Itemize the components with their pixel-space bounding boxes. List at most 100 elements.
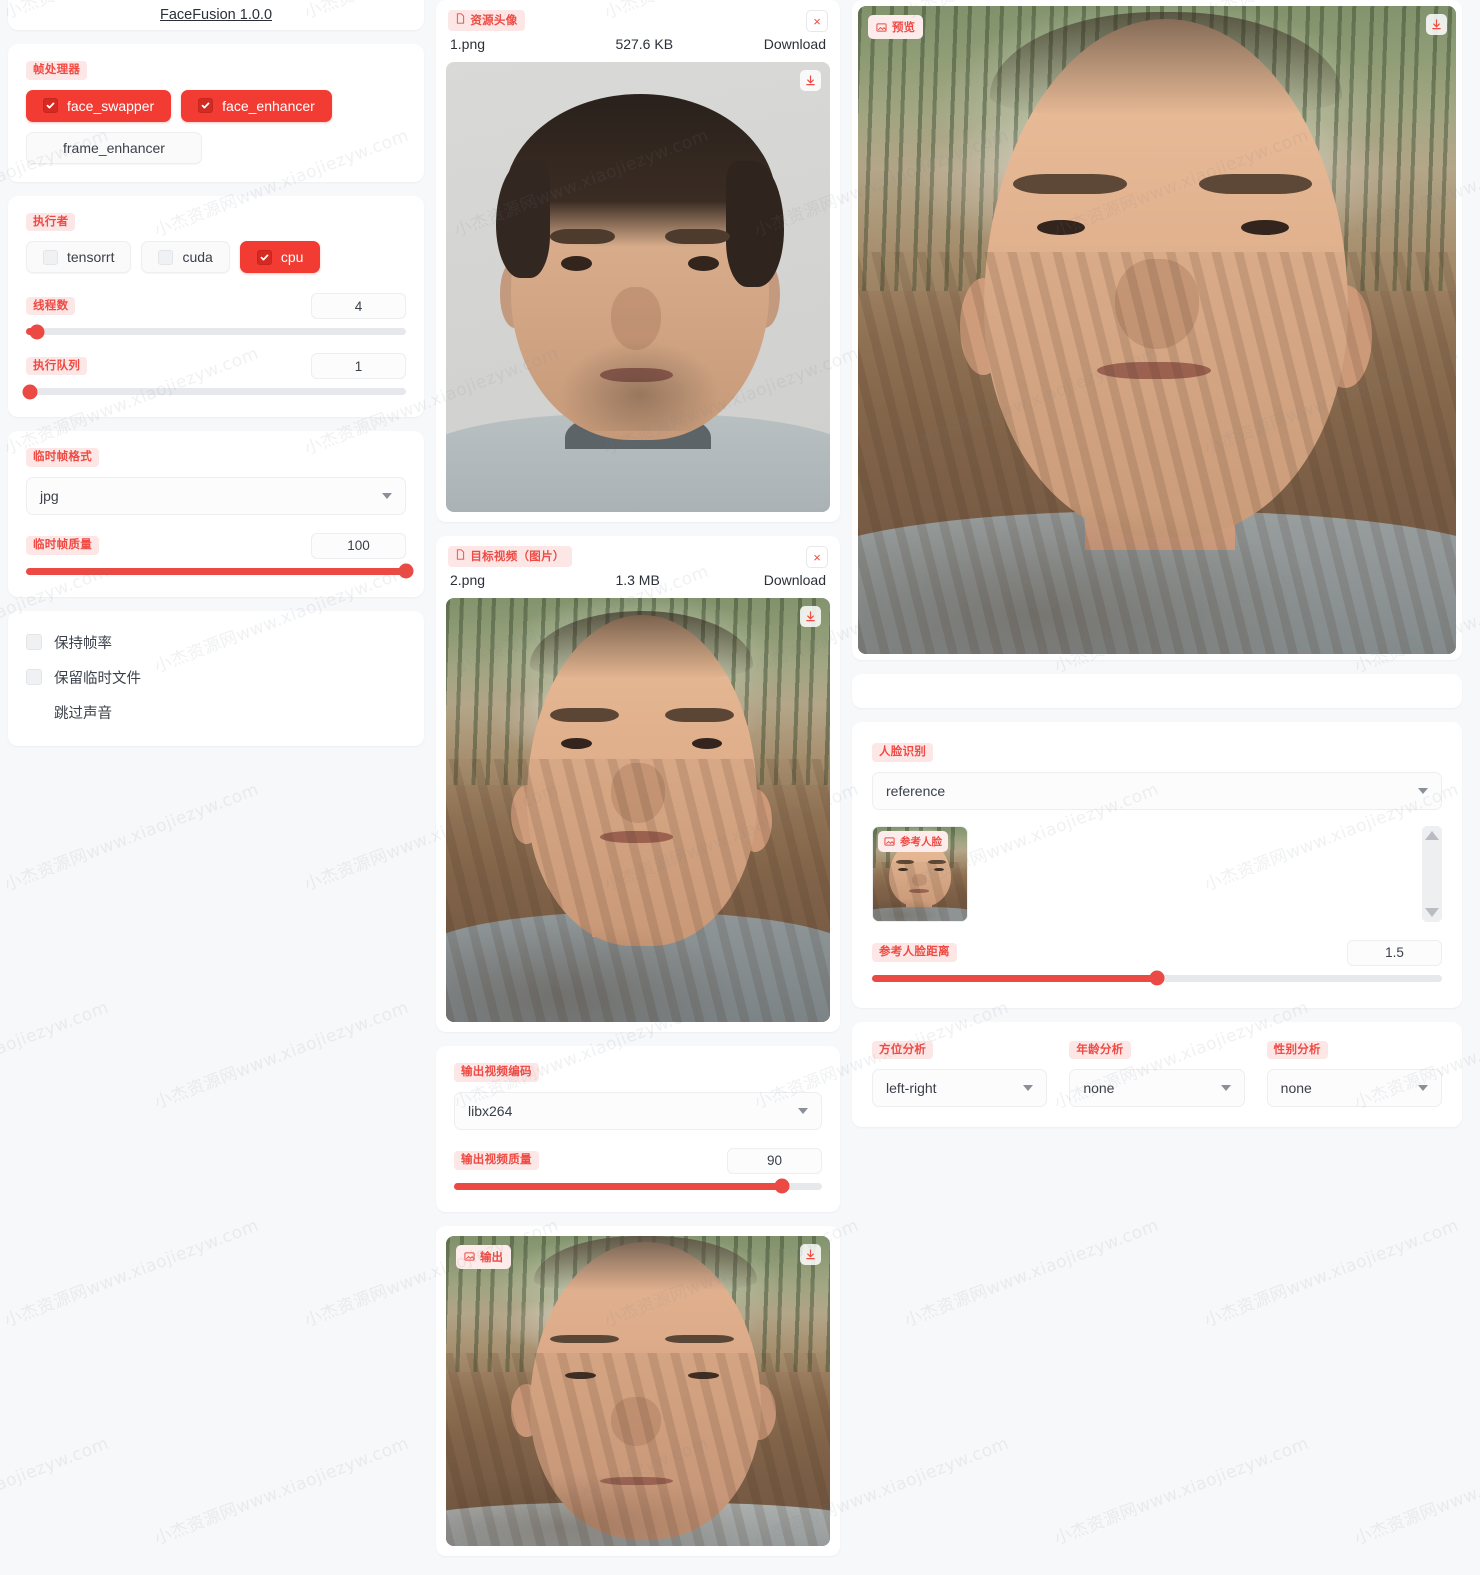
eye-right: [687, 1371, 719, 1380]
target-download-link[interactable]: Download: [764, 572, 826, 588]
output-download-button[interactable]: [800, 1243, 821, 1265]
reference-face-distance-slider[interactable]: 参考人脸距离 1.5: [872, 939, 1442, 986]
checkbox-skip-audio[interactable]: 跳过声音: [26, 695, 406, 730]
scroll-up-icon[interactable]: [1425, 830, 1439, 840]
source-image[interactable]: [446, 62, 830, 512]
eyebrow-right: [927, 860, 947, 865]
output-encoder-dropdown[interactable]: libx264: [454, 1091, 822, 1130]
eye-left: [561, 737, 592, 749]
slider-knob[interactable]: [29, 324, 45, 339]
temp-frame-quality-slider[interactable]: 临时帧质量 100: [26, 532, 414, 579]
target-image[interactable]: [446, 598, 830, 1022]
shoulders: [858, 511, 1456, 654]
queue-count-label: 执行队列: [26, 356, 88, 376]
output-image[interactable]: 输出: [446, 1235, 830, 1546]
source-file-name: 1.png: [450, 36, 486, 52]
ear-right: [737, 788, 773, 853]
source-label: 资源头像: [448, 10, 525, 31]
target-file-name: 2.png: [450, 572, 486, 588]
preview-download-button[interactable]: [1426, 14, 1447, 35]
eye-left: [898, 867, 908, 872]
eye-right: [1240, 219, 1289, 236]
reference-distance-value[interactable]: 1.5: [1347, 939, 1442, 966]
reference-face-label: 参考人脸: [878, 830, 948, 852]
checkbox-tensorrt[interactable]: tensorrt: [26, 241, 132, 273]
output-quality-slider[interactable]: 输出视频质量 90: [454, 1147, 822, 1194]
slider-knob[interactable]: [774, 1178, 790, 1194]
slider-track[interactable]: [26, 324, 406, 339]
source-download-link[interactable]: Download: [764, 36, 826, 52]
face-selector-dropdown[interactable]: reference: [872, 771, 1442, 810]
temp-frame-quality-value[interactable]: 100: [311, 532, 406, 559]
checkbox-face-enhancer[interactable]: face_enhancer: [181, 89, 332, 122]
queue-count-slider[interactable]: 执行队列 1: [22, 353, 406, 399]
chevron-down-icon: [798, 1107, 808, 1114]
slider-knob[interactable]: [1149, 970, 1165, 986]
execution-panel: 执行者 tensorrt cuda cpu 线程数 4 执行队列 1: [8, 195, 424, 417]
ear-left: [511, 1384, 542, 1437]
checkbox-frame-enhancer[interactable]: frame_enhancer: [26, 131, 202, 164]
target-label-text: 目标视频（图片）: [470, 549, 565, 563]
chevron-down-icon: [1023, 1085, 1034, 1091]
preview-label-text: 预览: [892, 20, 915, 34]
queue-count-value[interactable]: 1: [311, 353, 406, 379]
target-file-panel: 目标视频（图片） × 2.png 1.3 MB Download: [436, 536, 840, 1032]
checkbox-icon: [158, 249, 174, 265]
slider-track[interactable]: [26, 563, 414, 579]
slider-track[interactable]: [22, 384, 406, 399]
checkbox-face-swapper[interactable]: face_swapper: [26, 89, 172, 122]
gender-dropdown[interactable]: none: [1266, 1069, 1442, 1107]
eyebrow-right: [664, 228, 731, 244]
face-analyser-age: 年龄分析 none: [1069, 1040, 1245, 1107]
source-download-button[interactable]: [800, 70, 821, 91]
preview-image[interactable]: 预览: [858, 6, 1456, 654]
age-dropdown[interactable]: none: [1069, 1069, 1245, 1107]
source-clear-button[interactable]: ×: [806, 10, 828, 32]
slider-knob[interactable]: [398, 563, 414, 579]
hair-side-right: [726, 161, 784, 287]
checkbox-keep-temp[interactable]: 保留临时文件: [26, 660, 406, 695]
options-panel: 保持帧率 保留临时文件 跳过声音: [8, 610, 424, 746]
shoulders: [873, 907, 967, 921]
page-title: FaceFusion 1.0.0: [159, 7, 273, 23]
output-quality-value[interactable]: 90: [727, 1147, 822, 1174]
target-clear-button[interactable]: ×: [806, 546, 828, 568]
mouth: [599, 831, 673, 844]
checkbox-label: cuda: [182, 249, 213, 265]
nose: [1115, 258, 1199, 350]
reference-distance-label: 参考人脸距离: [872, 943, 957, 962]
checkbox-cuda[interactable]: cuda: [141, 241, 230, 273]
output-encoder-label: 输出视频编码: [454, 1063, 539, 1082]
eye-right: [934, 867, 944, 872]
download-icon: [1432, 19, 1441, 30]
shoulders: [446, 1502, 830, 1546]
checkbox-label: tensorrt: [67, 249, 115, 265]
slider-knob[interactable]: [22, 384, 38, 399]
preview-slider-panel: [852, 674, 1462, 708]
slider-track[interactable]: [454, 1178, 822, 1194]
frame-processors-group: face_swapper face_enhancer frame_enhance…: [26, 89, 406, 164]
slider-track[interactable]: [872, 970, 1442, 986]
scroll-down-icon[interactable]: [1425, 907, 1439, 917]
source-photo: [446, 62, 830, 512]
hair-stubble: [530, 610, 754, 679]
checkbox-label: cpu: [280, 249, 304, 265]
direction-dropdown[interactable]: left-right: [872, 1069, 1048, 1107]
mouth: [1097, 362, 1211, 380]
eyebrow-left: [549, 228, 615, 244]
face-analyser-direction: 方位分析 left-right: [872, 1040, 1048, 1107]
thread-count-value[interactable]: 4: [311, 293, 406, 319]
target-download-button[interactable]: [800, 606, 821, 627]
gallery-scrollbar[interactable]: [1422, 825, 1442, 922]
thread-count-slider[interactable]: 线程数 4: [26, 293, 406, 339]
checkbox-icon: [26, 634, 42, 650]
image-icon: [464, 1252, 475, 1261]
reference-face-thumbnail[interactable]: 参考人脸: [872, 825, 968, 922]
nose: [611, 763, 665, 823]
hair-side-left: [495, 161, 550, 278]
checkbox-cpu[interactable]: cpu: [239, 241, 321, 273]
middle-column: 资源头像 × 1.png 527.6 KB Download 目标视频（图片） …: [436, 0, 840, 1556]
frame-processors-label: 帧处理器: [26, 61, 88, 80]
checkbox-keep-fps[interactable]: 保持帧率: [26, 625, 406, 660]
temp-frame-format-dropdown[interactable]: jpg: [26, 476, 406, 515]
